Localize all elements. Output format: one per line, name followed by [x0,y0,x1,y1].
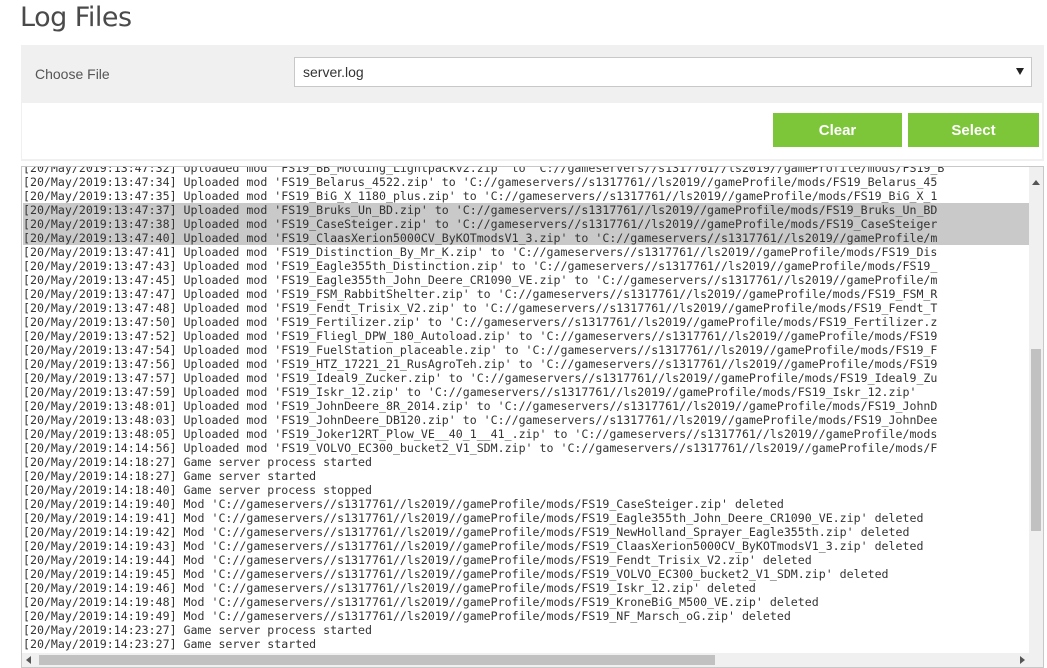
log-line: [20/May/2019:13:48:05] Uploaded mod 'FS1… [23,427,938,441]
arrow-right-icon[interactable] [1020,656,1025,664]
chevron-down-icon [1016,68,1024,75]
log-line: [20/May/2019:14:19:48] Mod 'C://gameserv… [23,595,819,609]
file-chooser-panel: Choose File server.log Clear Select [21,45,1044,161]
log-line: [20/May/2019:14:18:40] Game server proce… [23,483,373,497]
log-line: [20/May/2019:14:19:49] Mod 'C://gameserv… [23,609,791,623]
log-line: [20/May/2019:14:19:40] Mod 'C://gameserv… [23,497,784,511]
log-line: [20/May/2019:13:47:37] Uploaded mod 'FS1… [23,203,1030,217]
select-button[interactable]: Select [908,113,1039,147]
log-line: [20/May/2019:13:47:34] Uploaded mod 'FS1… [23,175,938,189]
log-line: [20/May/2019:14:23:27] Game server start… [23,637,317,651]
log-line: [20/May/2019:14:19:46] Mod 'C://gameserv… [23,581,756,595]
log-line: [20/May/2019:14:14:56] Uploaded mod 'FS1… [23,441,938,455]
log-line: [20/May/2019:14:19:42] Mod 'C://gameserv… [23,525,910,539]
log-line: [20/May/2019:13:47:38] Uploaded mod 'FS1… [23,217,1030,231]
log-line: [20/May/2019:13:47:50] Uploaded mod 'FS1… [23,315,938,329]
log-line: [20/May/2019:13:47:59] Uploaded mod 'FS1… [23,385,917,399]
arrow-left-icon[interactable] [26,656,31,664]
log-line: [20/May/2019:14:19:41] Mod 'C://gameserv… [23,511,924,525]
log-line: [20/May/2019:13:47:57] Uploaded mod 'FS1… [23,371,938,385]
log-line: [20/May/2019:14:18:27] Game server start… [23,469,317,483]
log-lines: [20/May/2019:13:47:32] Uploaded mod 'FS1… [23,167,1030,657]
log-line: [20/May/2019:13:47:54] Uploaded mod 'FS1… [23,343,938,357]
log-line: [20/May/2019:13:47:47] Uploaded mod 'FS1… [23,287,938,301]
clear-button[interactable]: Clear [773,113,902,147]
horizontal-scroll-thumb[interactable] [39,655,715,665]
log-line: [20/May/2019:13:48:03] Uploaded mod 'FS1… [23,413,938,427]
file-select-value: server.log [303,64,364,80]
log-line: [20/May/2019:14:23:27] Game server proce… [23,623,373,637]
log-line: [20/May/2019:13:47:52] Uploaded mod 'FS1… [23,329,938,343]
file-select-dropdown[interactable]: server.log [294,57,1032,87]
log-line: [20/May/2019:13:47:40] Uploaded mod 'FS1… [23,231,1030,245]
vertical-scroll-thumb[interactable] [1031,349,1041,531]
arrow-up-icon[interactable] [1032,180,1040,185]
log-line: [20/May/2019:14:19:44] Mod 'C://gameserv… [23,553,812,567]
action-area: Clear Select [22,103,1042,159]
log-line: [20/May/2019:13:47:43] Uploaded mod 'FS1… [23,259,938,273]
log-line: [20/May/2019:13:47:48] Uploaded mod 'FS1… [23,301,938,315]
log-line: [20/May/2019:13:47:45] Uploaded mod 'FS1… [23,273,938,287]
log-line: [20/May/2019:14:18:27] Game server proce… [23,455,373,469]
page-title: Log Files [20,2,132,33]
log-line: [20/May/2019:13:47:41] Uploaded mod 'FS1… [23,245,938,259]
log-line: [20/May/2019:13:47:56] Uploaded mod 'FS1… [23,357,938,371]
log-line: [20/May/2019:14:19:45] Mod 'C://gameserv… [23,567,889,581]
choose-file-label: Choose File [35,66,110,82]
vertical-scrollbar[interactable] [1029,167,1043,655]
log-line: [20/May/2019:13:48:01] Uploaded mod 'FS1… [23,399,938,413]
log-line: [20/May/2019:14:19:43] Mod 'C://gameserv… [23,539,924,553]
log-line: [20/May/2019:13:47:35] Uploaded mod 'FS1… [23,189,938,203]
log-viewer[interactable]: [20/May/2019:13:47:32] Uploaded mod 'FS1… [21,166,1044,668]
horizontal-scrollbar[interactable] [22,653,1043,667]
log-line: [20/May/2019:13:47:32] Uploaded mod 'FS1… [23,167,945,175]
